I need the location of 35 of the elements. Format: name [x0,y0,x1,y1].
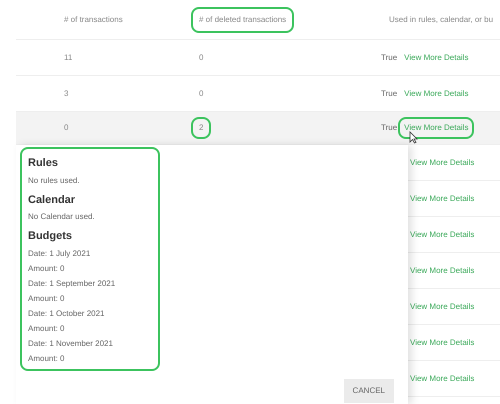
detail-text: No Calendar used. [28,211,96,223]
table-cell-text: 0 [63,123,70,132]
detail-text: No rules used. [28,174,81,186]
section-heading: Calendar [28,192,76,208]
detail-text: Amount: 0 [28,292,66,304]
column-header: # of deleted transactions [191,6,294,32]
section-heading: Rules [28,156,59,171]
detail-text: Amount: 0 [28,262,66,274]
detail-text: Amount: 0 [28,322,66,334]
cancel-button[interactable]: CANCEL [344,379,394,403]
detail-text: Date: 1 September 2021 [28,278,116,290]
detail-text: Amount: 0 [28,352,66,364]
view-details-link[interactable]: View More Details [410,300,474,312]
view-details-link[interactable]: View More Details [410,228,474,240]
table-cell-text: 11 [63,52,74,62]
view-details-link[interactable]: View More Details [410,156,474,168]
view-details-link[interactable]: View More Details [410,264,474,276]
column-header: # of transactions [63,14,124,26]
table-cell: True [381,122,398,134]
detail-text: Date: 1 November 2021 [28,338,114,350]
table-cell: True [381,88,398,100]
table-cell-text: 3 [63,88,70,98]
column-header: Used in rules, calendar, or bu [388,14,494,26]
view-details-link[interactable]: View More Details [398,82,474,104]
detail-text: Date: 1 October 2021 [28,308,106,320]
table-cell-text: 0 [198,88,204,100]
table-cell: True [381,52,398,64]
detail-text: Date: 1 July 2021 [28,248,92,260]
section-heading: Budgets [28,229,73,244]
table-cell-text: 0 [198,52,204,64]
view-details-link[interactable]: View More Details [410,336,474,348]
view-details-link[interactable]: View More Details [410,192,474,204]
table-cell: 2 [191,117,212,139]
view-details-link[interactable]: View More Details [410,372,474,384]
view-details-link[interactable]: View More Details [398,46,474,68]
